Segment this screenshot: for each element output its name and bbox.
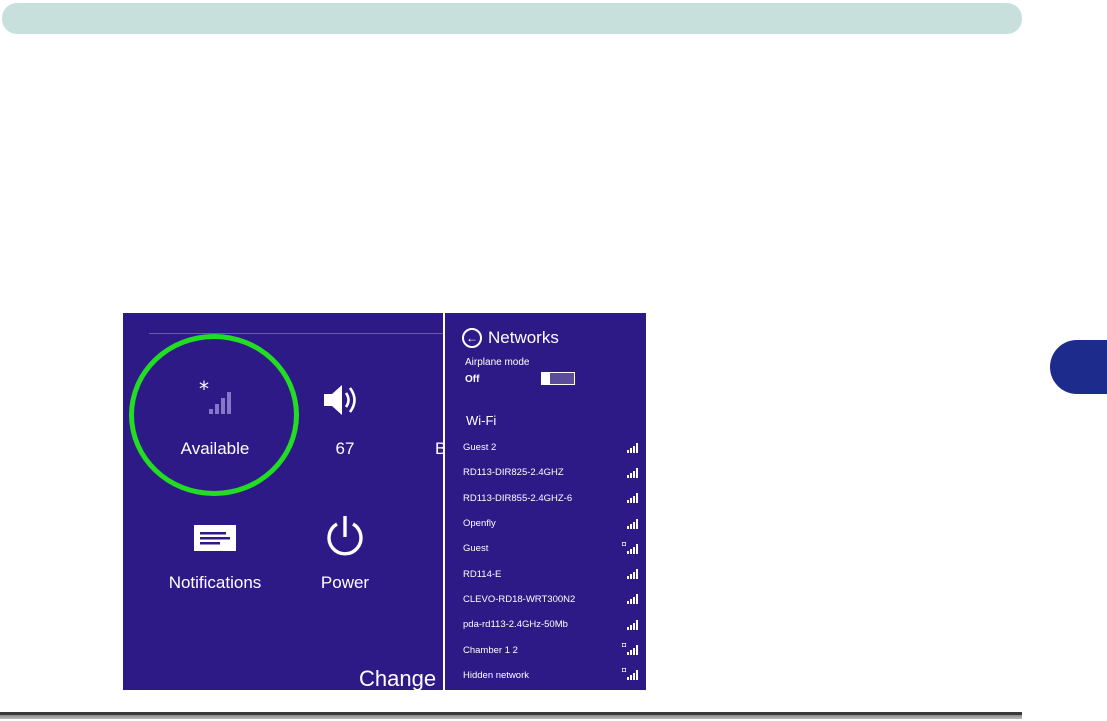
network-name: RD114-E: [463, 568, 502, 580]
network-row[interactable]: Openfly: [445, 511, 646, 536]
panel-title: Networks: [488, 328, 559, 347]
network-row[interactable]: pda-rd113-2.4GHz-50Mb: [445, 612, 646, 637]
airplane-mode-toggle[interactable]: [541, 372, 575, 385]
wifi-signal-icon: [627, 594, 638, 605]
power-tile[interactable]: Power: [308, 511, 382, 601]
wifi-heading: Wi-Fi: [466, 413, 497, 428]
wifi-signal-icon: [627, 442, 638, 453]
header-bar: [2, 3, 1022, 34]
network-name: Openfly: [463, 518, 496, 530]
volume-tile-label: 67: [335, 439, 355, 458]
divider: [149, 333, 445, 334]
notifications-tile[interactable]: Notifications: [143, 511, 287, 601]
network-name: pda-rd113-2.4GHz-50Mb: [463, 619, 568, 631]
wifi-signal-icon: [627, 493, 638, 504]
networks-panel: ← Networks Airplane mode Off Wi-Fi Guest…: [443, 313, 646, 690]
power-icon: [327, 516, 363, 556]
network-name: Guest: [463, 543, 489, 555]
change-pc-settings-link[interactable]: Change I: [359, 666, 448, 690]
notifications-icon: [194, 525, 236, 551]
wifi-signal-icon: [627, 619, 638, 630]
back-arrow-icon[interactable]: ←: [462, 328, 482, 348]
toggle-knob: [542, 373, 550, 384]
shield-icon: ◘: [622, 667, 627, 675]
network-name: Chamber 1 2: [463, 644, 518, 656]
volume-tile[interactable]: 67: [308, 375, 382, 465]
footer-rule: [0, 712, 1022, 719]
network-name: CLEVO-RD18-WRT300N2: [463, 593, 576, 605]
secured-wifi-signal-icon: ◘: [622, 642, 638, 656]
network-name: RD113-DIR855-2.4GHZ-6: [463, 492, 573, 504]
network-row[interactable]: RD113-DIR825-2.4GHZ: [445, 460, 646, 485]
highlight-circle: [129, 334, 299, 496]
network-name: Hidden network: [463, 669, 530, 681]
manual-page: * Available 67 B Notifications Power Cha…: [0, 0, 1107, 721]
panel-header: ← Networks: [462, 327, 559, 349]
chapter-tab: [1050, 340, 1107, 394]
speaker-icon: [324, 385, 356, 415]
power-tile-label: Power: [320, 573, 370, 592]
network-row[interactable]: CLEVO-RD18-WRT300N2: [445, 587, 646, 612]
network-row[interactable]: Guest ◘: [445, 536, 646, 561]
network-row[interactable]: Hidden network ◘: [445, 663, 646, 688]
network-row[interactable]: Guest 2: [445, 435, 646, 460]
network-row[interactable]: RD114-E: [445, 561, 646, 586]
airplane-mode-label: Airplane mode: [465, 357, 530, 368]
wifi-signal-icon: [627, 569, 638, 580]
shield-icon: ◘: [622, 540, 627, 548]
secured-wifi-signal-icon: ◘: [622, 667, 638, 681]
airplane-mode-state: Off: [465, 374, 480, 385]
network-row[interactable]: Chamber 1 2 ◘: [445, 637, 646, 662]
network-name: RD113-DIR825-2.4GHZ: [463, 467, 564, 479]
network-name: Guest 2: [463, 442, 497, 454]
wifi-signal-icon: [627, 518, 638, 529]
notifications-tile-label: Notifications: [168, 573, 262, 592]
wifi-signal-icon: [627, 467, 638, 478]
network-list: Guest 2 RD113-DIR825-2.4GHZ RD113-DIR855-2…: [445, 435, 646, 688]
secured-wifi-signal-icon: ◘: [622, 541, 638, 554]
settings-charm-screenshot: * Available 67 B Notifications Power Cha…: [123, 313, 646, 690]
shield-icon: ◘: [622, 642, 627, 650]
network-row[interactable]: RD113-DIR855-2.4GHZ-6: [445, 486, 646, 511]
